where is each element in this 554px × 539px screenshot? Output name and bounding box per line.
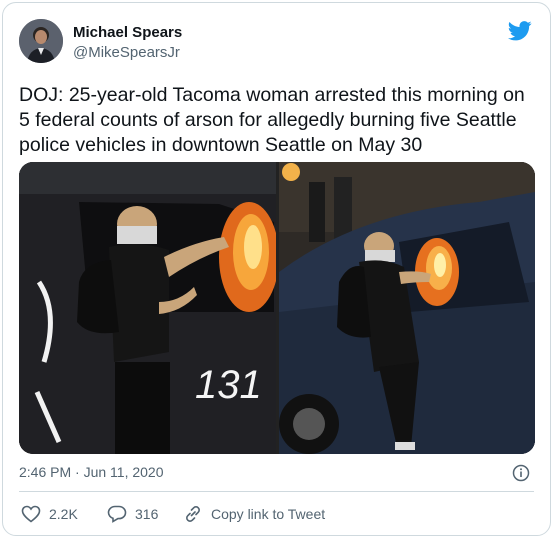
- photo-left[interactable]: 131: [19, 162, 276, 454]
- info-icon[interactable]: [512, 464, 530, 482]
- twitter-bird-icon[interactable]: [507, 21, 532, 41]
- heart-icon: [21, 505, 41, 523]
- divider: [19, 491, 534, 492]
- author-avatar[interactable]: [19, 19, 63, 63]
- author-handle[interactable]: @MikeSpearsJr: [73, 44, 180, 61]
- link-icon: [186, 506, 200, 522]
- graffiti-text: 131: [195, 363, 262, 407]
- like-count: 2.2K: [49, 506, 78, 522]
- tweet-timestamp[interactable]: 2:46 PM · Jun 11, 2020: [19, 464, 164, 480]
- tweet-media[interactable]: 131: [19, 162, 535, 454]
- photo-right[interactable]: [279, 162, 535, 454]
- tweet-text: DOJ: 25-year-old Tacoma woman arrested t…: [19, 84, 525, 156]
- reply-button[interactable]: 316: [107, 503, 158, 525]
- copy-link-label: Copy link to Tweet: [211, 506, 326, 522]
- reply-count: 316: [135, 506, 159, 522]
- copy-link-button[interactable]: Copy link to Tweet: [183, 503, 325, 525]
- like-button[interactable]: 2.2K: [21, 503, 78, 525]
- reply-bubble-icon: [107, 505, 127, 523]
- author-name[interactable]: Michael Spears: [73, 24, 182, 41]
- tweet-card: Michael Spears @MikeSpearsJr DOJ: 25-yea…: [2, 2, 551, 536]
